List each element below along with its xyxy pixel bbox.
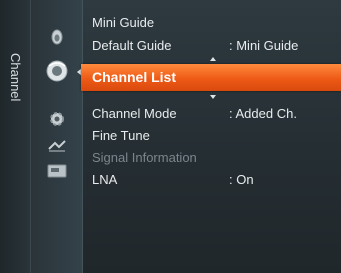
menu-item-signal-information: Signal Information bbox=[83, 147, 341, 169]
tv-menu-screen: Channel Mini Guide Default Guide: Mini … bbox=[0, 0, 341, 273]
channel-menu: Mini Guide Default Guide : Mini Guide Ch… bbox=[81, 0, 341, 273]
menu-item-channel-list[interactable]: Channel List bbox=[81, 64, 341, 91]
menu-item-label: Channel List bbox=[92, 69, 177, 85]
menu-item-label: LNA bbox=[92, 172, 118, 187]
category-label: Channel bbox=[8, 52, 23, 102]
menu-item-label: Signal Information bbox=[92, 150, 197, 165]
menu-item-lna[interactable]: LNA : On bbox=[83, 169, 341, 191]
menu-item-label: Channel Mode bbox=[92, 106, 177, 121]
menu-item-default-guide[interactable]: Default Guide : Mini Guide bbox=[83, 35, 341, 57]
menu-item-value: : On bbox=[229, 172, 254, 187]
menu-item-value: : Mini Guide bbox=[229, 38, 299, 53]
scroll-up-icon bbox=[210, 57, 216, 61]
menu-item-label: Fine Tune bbox=[92, 128, 150, 143]
input-icon[interactable] bbox=[44, 135, 70, 157]
menu-item-fine-tune[interactable]: Fine Tune bbox=[83, 125, 341, 147]
menu-item-value: : Added Ch. bbox=[229, 106, 297, 121]
menu-item-mini-guide[interactable]: Mini Guide bbox=[83, 12, 341, 34]
menu-item-label: Mini Guide bbox=[92, 15, 155, 30]
menu-category-tab: Channel bbox=[0, 0, 31, 273]
category-icon-column bbox=[31, 0, 83, 273]
picture-icon[interactable] bbox=[44, 26, 70, 48]
menu-item-channel-mode[interactable]: Channel Mode : Added Ch. bbox=[83, 103, 341, 125]
setup-icon[interactable] bbox=[44, 108, 70, 130]
application-icon[interactable] bbox=[44, 160, 70, 182]
channel-icon[interactable] bbox=[44, 60, 70, 82]
menu-item-label: Default Guide bbox=[92, 38, 172, 53]
scroll-down-icon bbox=[210, 95, 216, 99]
